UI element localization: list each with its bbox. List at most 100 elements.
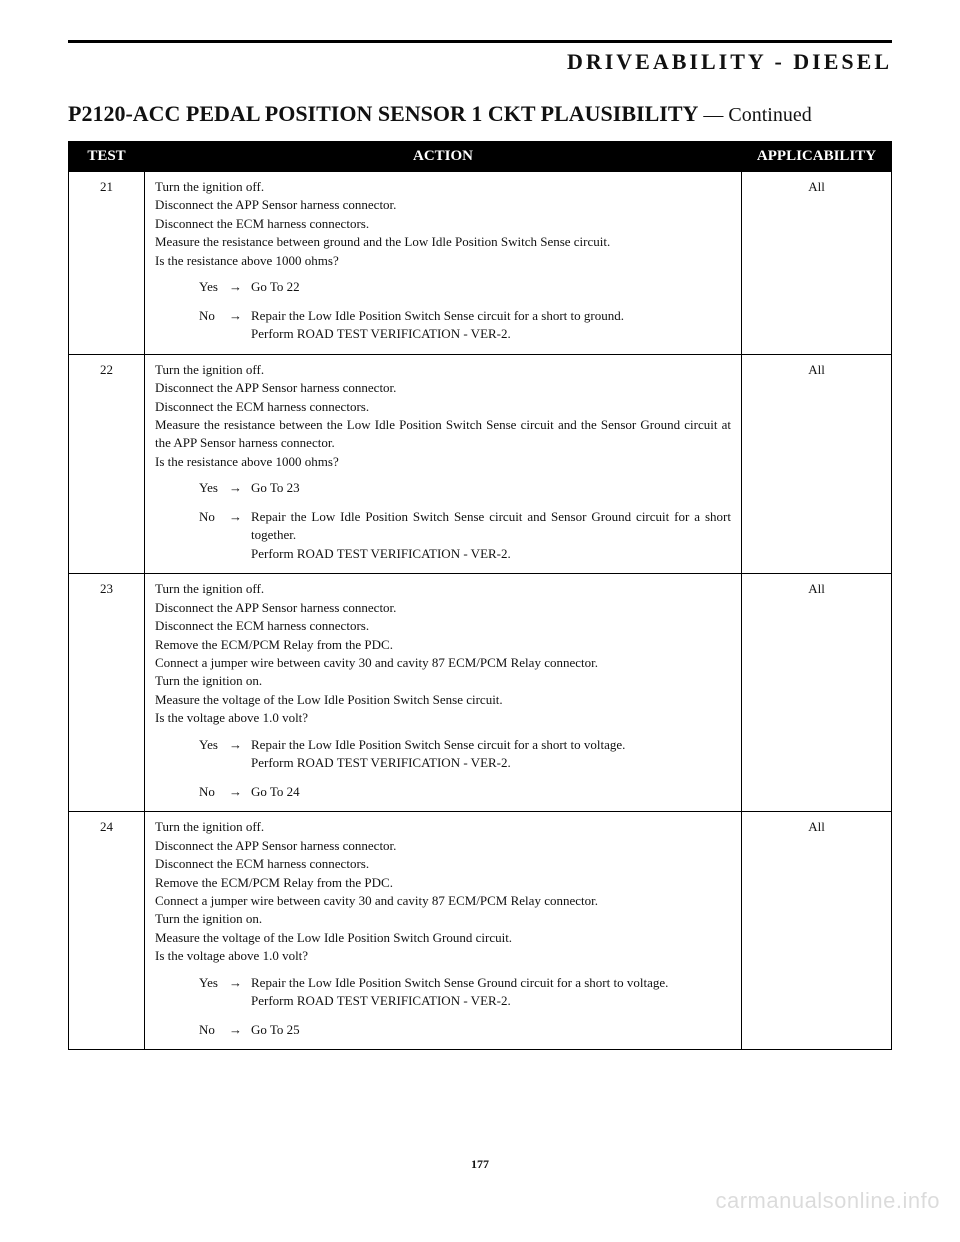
- answer-label: Yes: [199, 974, 229, 992]
- answers: Yes→Go To 22 No→Repair the Low Idle Posit…: [199, 278, 731, 343]
- applicability-cell: All: [742, 812, 892, 1050]
- answer-text: Repair the Low Idle Position Switch Sens…: [251, 508, 731, 563]
- answer-text-line: Perform ROAD TEST VERIFICATION - VER-2.: [251, 325, 731, 343]
- answer-text: Go To 24: [251, 783, 731, 801]
- answer-label: No: [199, 783, 229, 801]
- applicability-cell: All: [742, 172, 892, 355]
- answer-row: No→Repair the Low Idle Position Switch S…: [199, 508, 731, 563]
- action-line: Turn the ignition off.: [155, 361, 731, 379]
- answer-text: Go To 23: [251, 479, 731, 497]
- section-title: P2120-ACC PEDAL POSITION SENSOR 1 CKT PL…: [68, 101, 892, 127]
- action-line: Disconnect the ECM harness connectors.: [155, 398, 731, 416]
- arrow-icon: →: [229, 974, 251, 992]
- table-row: 24Turn the ignition off.Disconnect the A…: [69, 812, 892, 1050]
- arrow-icon: →: [229, 508, 251, 526]
- col-action: ACTION: [145, 142, 742, 172]
- header-rule: [68, 40, 892, 43]
- col-applicability: APPLICABILITY: [742, 142, 892, 172]
- action-line: Connect a jumper wire between cavity 30 …: [155, 892, 731, 910]
- action-cell: Turn the ignition off.Disconnect the APP…: [145, 354, 742, 574]
- answer-text-line: Perform ROAD TEST VERIFICATION - VER-2.: [251, 754, 731, 772]
- action-line: Disconnect the APP Sensor harness connec…: [155, 379, 731, 397]
- action-line: Disconnect the ECM harness connectors.: [155, 617, 731, 635]
- header-category: DRIVEABILITY - DIESEL: [68, 49, 892, 75]
- action-line: Disconnect the ECM harness connectors.: [155, 855, 731, 873]
- answer-row: No→Go To 24: [199, 783, 731, 801]
- answer-row: Yes→Repair the Low Idle Position Switch …: [199, 736, 731, 773]
- action-line: Turn the ignition off.: [155, 818, 731, 836]
- action-lines: Turn the ignition off.Disconnect the APP…: [155, 580, 731, 728]
- table-row: 23Turn the ignition off.Disconnect the A…: [69, 574, 892, 812]
- answers: Yes→Go To 23 No→Repair the Low Idle Posit…: [199, 479, 731, 563]
- arrow-icon: →: [229, 736, 251, 754]
- answer-text-line: Go To 24: [251, 783, 731, 801]
- page-number: 177: [0, 1157, 960, 1172]
- action-line: Measure the voltage of the Low Idle Posi…: [155, 691, 731, 709]
- table-row: 21Turn the ignition off.Disconnect the A…: [69, 172, 892, 355]
- answer-row: No→Go To 25: [199, 1021, 731, 1039]
- answer-text-line: Perform ROAD TEST VERIFICATION - VER-2.: [251, 545, 731, 563]
- answer-label: Yes: [199, 278, 229, 296]
- answer-text: Repair the Low Idle Position Switch Sens…: [251, 974, 731, 1011]
- test-number: 22: [69, 354, 145, 574]
- answer-row: Yes→Go To 23: [199, 479, 731, 497]
- arrow-icon: →: [229, 278, 251, 296]
- action-line: Disconnect the ECM harness connectors.: [155, 215, 731, 233]
- action-line: Disconnect the APP Sensor harness connec…: [155, 599, 731, 617]
- answer-text-line: Perform ROAD TEST VERIFICATION - VER-2.: [251, 992, 731, 1010]
- answers: Yes→Repair the Low Idle Position Switch …: [199, 736, 731, 801]
- answer-row: Yes→Repair the Low Idle Position Switch …: [199, 974, 731, 1011]
- applicability-cell: All: [742, 354, 892, 574]
- action-line: Turn the ignition on.: [155, 672, 731, 690]
- action-line: Turn the ignition on.: [155, 910, 731, 928]
- action-line: Remove the ECM/PCM Relay from the PDC.: [155, 636, 731, 654]
- answer-text-line: Repair the Low Idle Position Switch Sens…: [251, 508, 731, 545]
- applicability-cell: All: [742, 574, 892, 812]
- answer-text-line: Repair the Low Idle Position Switch Sens…: [251, 974, 731, 992]
- arrow-icon: →: [229, 307, 251, 325]
- answer-label: No: [199, 508, 229, 526]
- action-line: Turn the ignition off.: [155, 580, 731, 598]
- action-line: Disconnect the APP Sensor harness connec…: [155, 837, 731, 855]
- action-line: Turn the ignition off.: [155, 178, 731, 196]
- test-number: 21: [69, 172, 145, 355]
- answer-label: Yes: [199, 479, 229, 497]
- action-cell: Turn the ignition off.Disconnect the APP…: [145, 172, 742, 355]
- answer-text: Repair the Low Idle Position Switch Sens…: [251, 736, 731, 773]
- action-cell: Turn the ignition off.Disconnect the APP…: [145, 812, 742, 1050]
- diagnostic-table: TEST ACTION APPLICABILITY 21Turn the ign…: [68, 141, 892, 1050]
- action-line: Disconnect the APP Sensor harness connec…: [155, 196, 731, 214]
- action-line: Is the resistance above 1000 ohms?: [155, 252, 731, 270]
- table-row: 22Turn the ignition off.Disconnect the A…: [69, 354, 892, 574]
- table-header-row: TEST ACTION APPLICABILITY: [69, 142, 892, 172]
- answer-text: Go To 22: [251, 278, 731, 296]
- section-title-text: P2120-ACC PEDAL POSITION SENSOR 1 CKT PL…: [68, 101, 698, 126]
- answer-label: No: [199, 1021, 229, 1039]
- answer-text: Repair the Low Idle Position Switch Sens…: [251, 307, 731, 344]
- answer-label: No: [199, 307, 229, 325]
- action-lines: Turn the ignition off.Disconnect the APP…: [155, 818, 731, 966]
- page: DRIVEABILITY - DIESEL P2120-ACC PEDAL PO…: [0, 0, 960, 1242]
- test-number: 23: [69, 574, 145, 812]
- answer-row: Yes→Go To 22: [199, 278, 731, 296]
- action-line: Is the voltage above 1.0 volt?: [155, 947, 731, 965]
- action-line: Remove the ECM/PCM Relay from the PDC.: [155, 874, 731, 892]
- answer-label: Yes: [199, 736, 229, 754]
- action-line: Measure the voltage of the Low Idle Posi…: [155, 929, 731, 947]
- section-continued: — Continued: [698, 104, 811, 126]
- action-line: Measure the resistance between the Low I…: [155, 416, 731, 453]
- answer-text-line: Go To 22: [251, 278, 731, 296]
- answer-text-line: Repair the Low Idle Position Switch Sens…: [251, 307, 731, 325]
- answer-text-line: Go To 25: [251, 1021, 731, 1039]
- watermark: carmanualsonline.info: [715, 1188, 940, 1214]
- answer-row: No→Repair the Low Idle Position Switch S…: [199, 307, 731, 344]
- answer-text-line: Repair the Low Idle Position Switch Sens…: [251, 736, 731, 754]
- arrow-icon: →: [229, 479, 251, 497]
- answer-text: Go To 25: [251, 1021, 731, 1039]
- action-lines: Turn the ignition off.Disconnect the APP…: [155, 178, 731, 270]
- test-number: 24: [69, 812, 145, 1050]
- action-line: Measure the resistance between ground an…: [155, 233, 731, 251]
- answers: Yes→Repair the Low Idle Position Switch …: [199, 974, 731, 1039]
- answer-text-line: Go To 23: [251, 479, 731, 497]
- action-lines: Turn the ignition off.Disconnect the APP…: [155, 361, 731, 472]
